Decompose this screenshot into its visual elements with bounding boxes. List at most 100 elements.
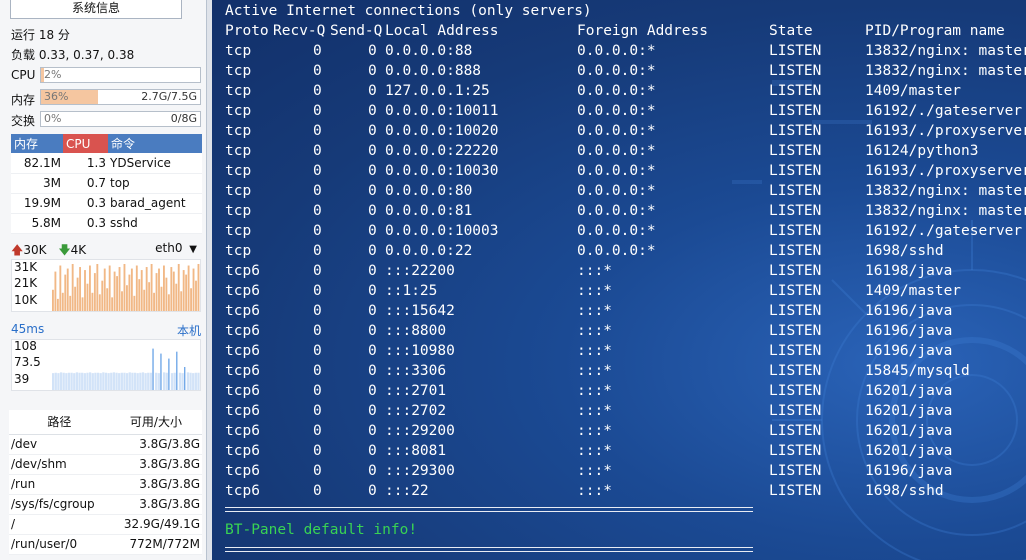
network-header: 🡅30K 🡇4K eth0 ▼ xyxy=(11,241,201,259)
row-sendq: 0 xyxy=(368,163,377,179)
row-foreign: :::* xyxy=(577,463,612,479)
net-bar xyxy=(76,277,79,311)
latency-bar xyxy=(192,373,195,390)
interface-select[interactable]: eth0 ▼ xyxy=(155,241,197,255)
net-bar xyxy=(148,282,151,311)
col-sendq: Send-Q xyxy=(330,23,383,39)
row-sendq: 0 xyxy=(368,103,377,119)
network-chart-svg xyxy=(52,264,200,311)
swap-meter: 0% 0/8G xyxy=(40,111,201,127)
table-row[interactable]: /dev 3.8G/3.8G xyxy=(9,434,202,455)
latency-bar xyxy=(141,372,145,390)
proc-header-cmd[interactable]: 命令 xyxy=(108,134,202,153)
row-local: :::29200 xyxy=(385,423,455,439)
row-proto: tcp6 xyxy=(225,263,260,279)
net-axis-tick: 10K xyxy=(14,293,38,307)
row-proto: tcp6 xyxy=(225,303,260,319)
row-state: LISTEN xyxy=(769,323,822,339)
disk-table: 路径 可用/大小 /dev 3.8G/3.8G /dev/shm 3.8G/3.8G… xyxy=(9,410,202,555)
net-bar xyxy=(61,292,64,311)
table-row[interactable]: /dev/shm 3.8G/3.8G xyxy=(9,454,202,475)
latency-bar xyxy=(170,373,174,390)
table-row[interactable]: /sys/fs/cgroup 3.8G/3.8G xyxy=(9,494,202,515)
proc-header-cpu[interactable]: CPU xyxy=(63,134,108,153)
row-pid: 16193/./proxyserver xyxy=(865,123,1026,139)
net-bar xyxy=(69,295,72,311)
separator-line xyxy=(225,547,753,552)
row-pid: 1698/sshd xyxy=(865,483,944,499)
row-sendq: 0 xyxy=(368,123,377,139)
disk-path: /run xyxy=(9,474,110,495)
mem-meter: 36% 2.7G/7.5G xyxy=(40,89,201,105)
row-state: LISTEN xyxy=(769,443,822,459)
table-row[interactable]: /run 3.8G/3.8G xyxy=(9,474,202,495)
row-pid: 16201/java xyxy=(865,443,953,459)
row-sendq: 0 xyxy=(368,343,377,359)
net-bar xyxy=(91,292,94,311)
table-row[interactable]: 3M 0.7 top xyxy=(11,173,202,194)
net-bar xyxy=(103,268,106,311)
disk-header-path[interactable]: 路径 xyxy=(9,410,110,435)
latency-bar xyxy=(59,372,63,390)
netstat-row: tcp6 0 0:::2702:::* LISTEN 16201/java xyxy=(225,401,1025,421)
row-pid: 16201/java xyxy=(865,403,953,419)
row-sendq: 0 xyxy=(368,443,377,459)
row-recvq: 0 xyxy=(313,483,322,499)
row-recvq: 0 xyxy=(313,163,322,179)
load-average-text: 负载 0.33, 0.37, 0.38 xyxy=(11,48,135,62)
row-recvq: 0 xyxy=(313,383,322,399)
row-proto: tcp xyxy=(225,243,252,259)
row-foreign: 0.0.0.0:* xyxy=(577,43,656,59)
row-pid: 16201/java xyxy=(865,423,953,439)
disk-path: /dev/shm xyxy=(9,454,110,475)
mem-detail: 2.7G/7.5G xyxy=(141,90,197,103)
table-row[interactable]: 5.8M 0.3 sshd xyxy=(11,213,202,234)
net-bar xyxy=(160,286,163,311)
row-sendq: 0 xyxy=(368,223,377,239)
row-local: 0.0.0.0:10011 xyxy=(385,103,499,119)
row-proto: tcp6 xyxy=(225,283,260,299)
row-state: LISTEN xyxy=(769,303,822,319)
netstat-row: tcp 0 0 0.0.0.0:88 0.0.0.0:* LISTEN 13832/ngin… xyxy=(225,41,1026,61)
terminal-output[interactable]: Active Internet connections (only server… xyxy=(212,0,1026,560)
row-proto: tcp6 xyxy=(225,463,260,479)
disk-path: / xyxy=(9,514,110,535)
row-state: LISTEN xyxy=(769,183,822,199)
row-sendq: 0 xyxy=(368,143,377,159)
latency-header: 45ms 本机 xyxy=(11,322,201,338)
row-sendq: 0 xyxy=(368,363,377,379)
row-state: LISTEN xyxy=(769,403,822,419)
net-bar xyxy=(111,297,114,311)
row-local: :::2701 xyxy=(385,383,447,399)
row-local: ::1:25 xyxy=(385,283,438,299)
row-sendq: 0 xyxy=(368,463,377,479)
net-bar xyxy=(187,265,190,311)
net-bar xyxy=(197,264,200,311)
row-state: LISTEN xyxy=(769,423,822,439)
row-state: LISTEN xyxy=(769,283,822,299)
latency-bar xyxy=(163,372,166,390)
separator-line xyxy=(225,507,753,512)
latency-bar xyxy=(155,372,158,390)
disk-path: /sys/fs/cgroup xyxy=(9,494,110,515)
disk-header-size[interactable]: 可用/大小 xyxy=(109,410,202,435)
row-state: LISTEN xyxy=(769,343,822,359)
latency-bar xyxy=(184,367,186,390)
swap-detail: 0/8G xyxy=(170,112,197,125)
row-state: LISTEN xyxy=(769,103,822,119)
table-row[interactable]: /32.9G/49.1G xyxy=(9,514,202,535)
proc-header-mem[interactable]: 内存 xyxy=(11,134,63,153)
table-row[interactable]: 19.9M 0.3 barad_agent xyxy=(11,193,202,214)
latency-target[interactable]: 本机 xyxy=(177,322,201,339)
table-row[interactable]: /run/user/0 772M/772M xyxy=(9,534,202,555)
net-bar xyxy=(118,267,121,311)
table-row[interactable]: 82.1M 1.3 YDService xyxy=(11,153,202,174)
latency-bar xyxy=(118,373,121,390)
col-pid: PID/Program name xyxy=(865,23,1005,39)
net-bar xyxy=(133,295,136,311)
latency-bar xyxy=(54,372,57,390)
net-bar xyxy=(101,280,104,311)
row-pid: 1409/master xyxy=(865,283,962,299)
row-proto: tcp6 xyxy=(225,383,260,399)
net-bar xyxy=(167,294,170,311)
